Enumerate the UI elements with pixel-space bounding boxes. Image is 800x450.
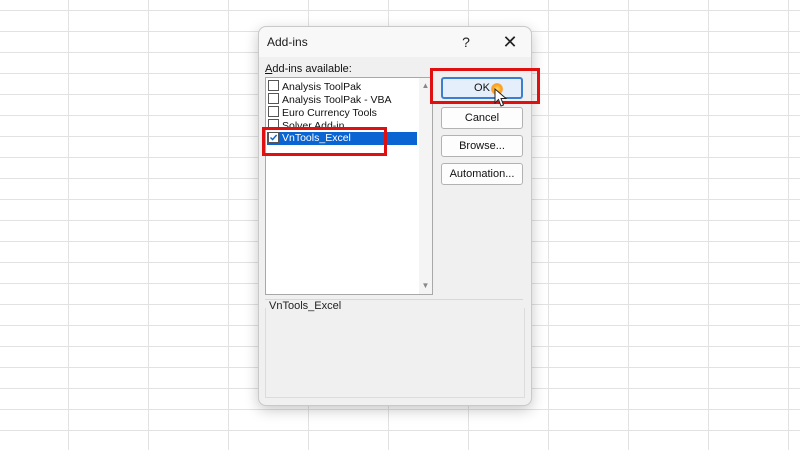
checkbox[interactable] (268, 80, 279, 91)
dialog-title: Add-ins (267, 35, 308, 49)
add-ins-list[interactable]: Analysis ToolPak Analysis ToolPak - VBA … (265, 77, 433, 295)
item-label: Euro Currency Tools (282, 107, 377, 119)
ok-highlight-box (430, 68, 540, 104)
list-scrollbar[interactable]: ▲ ▼ (419, 78, 432, 294)
scroll-down-arrow-icon[interactable]: ▼ (419, 279, 432, 293)
vntools-highlight-box (262, 127, 387, 156)
add-ins-available-label: Add-ins available: (265, 63, 352, 75)
mouse-pointer-icon (494, 88, 508, 107)
description-group: VnTools_Excel (265, 299, 525, 398)
help-button[interactable]: ? (457, 31, 475, 53)
description-title: VnTools_Excel (269, 300, 346, 312)
browse-button[interactable]: Browse... (441, 135, 523, 157)
dialog-titlebar: Add-ins ? ✕ (259, 27, 531, 57)
automation-button[interactable]: Automation... (441, 163, 523, 185)
item-label: Analysis ToolPak (282, 81, 362, 93)
cancel-button[interactable]: Cancel (441, 107, 523, 129)
checkbox[interactable] (268, 106, 279, 117)
list-item-euro-currency-tools[interactable]: Euro Currency Tools (267, 106, 417, 119)
close-button[interactable]: ✕ (499, 31, 521, 53)
list-item-analysis-toolpak-vba[interactable]: Analysis ToolPak - VBA (267, 93, 417, 106)
item-label: Analysis ToolPak - VBA (282, 94, 392, 106)
description-box (265, 308, 525, 398)
label-text: dd-ins available: (272, 63, 352, 75)
list-item-analysis-toolpak[interactable]: Analysis ToolPak (267, 80, 417, 93)
checkbox[interactable] (268, 93, 279, 104)
